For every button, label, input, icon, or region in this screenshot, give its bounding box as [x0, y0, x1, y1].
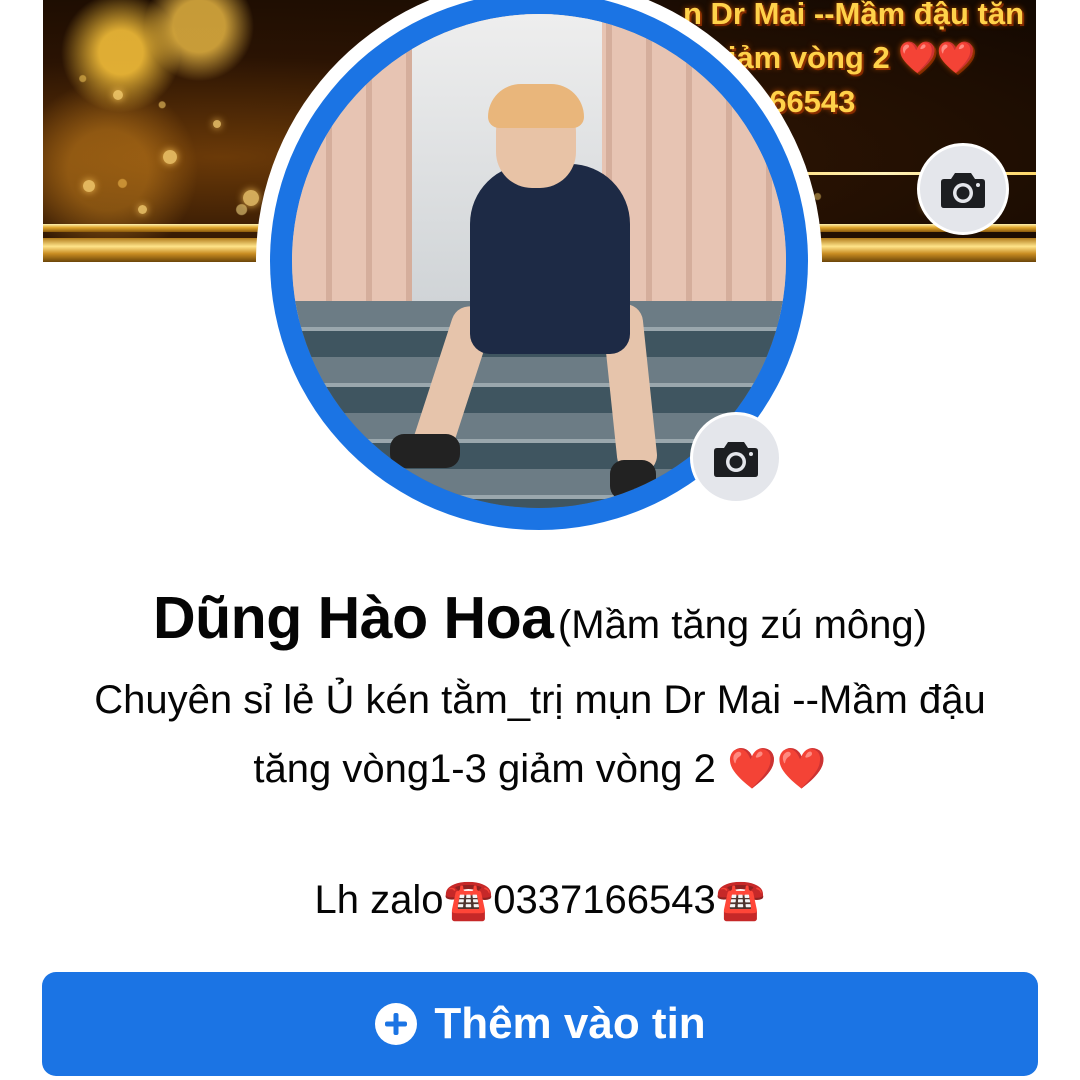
bokeh-light: [163, 150, 177, 164]
profile-name: Dũng Hào Hoa: [153, 585, 554, 651]
add-to-story-button[interactable]: Thêm vào tin: [42, 972, 1038, 1076]
profile-name-line: Dũng Hào Hoa (Mầm tăng zú mông): [0, 584, 1080, 652]
camera-icon: [714, 442, 758, 477]
profile-bio: Chuyên sỉ lẻ Ủ kén tằm_trị mụn Dr Mai --…: [30, 666, 1050, 935]
photo-figure: [488, 84, 584, 128]
profile-alternate-name: (Mầm tăng zú mông): [557, 603, 927, 647]
bokeh-light: [243, 190, 259, 206]
photo-figure: [470, 164, 630, 354]
photo-figure: [390, 434, 460, 468]
edit-cover-photo-button[interactable]: [917, 143, 1009, 235]
bokeh-light: [113, 90, 123, 100]
photo-figure: [610, 460, 656, 500]
bio-line: Chuyên sỉ lẻ Ủ kén tằm_trị mụn Dr Mai --…: [94, 678, 986, 722]
bokeh-light: [138, 205, 147, 214]
add-to-story-label: Thêm vào tin: [434, 999, 706, 1048]
profile-page: n Dr Mai --Mầm đậu tăn 3 giảm vòng 2 ❤️❤…: [0, 0, 1080, 1080]
camera-icon: [941, 173, 985, 208]
bio-spacer: [30, 804, 1050, 866]
bio-line: Lh zalo☎️0337166543☎️: [314, 878, 766, 922]
bio-line: tăng vòng1-3 giảm vòng 2 ❤️❤️: [253, 747, 827, 791]
bokeh-light: [83, 180, 95, 192]
bokeh-light: [213, 120, 221, 128]
edit-profile-picture-button[interactable]: [690, 412, 782, 504]
plus-circle-icon: [375, 1003, 418, 1045]
